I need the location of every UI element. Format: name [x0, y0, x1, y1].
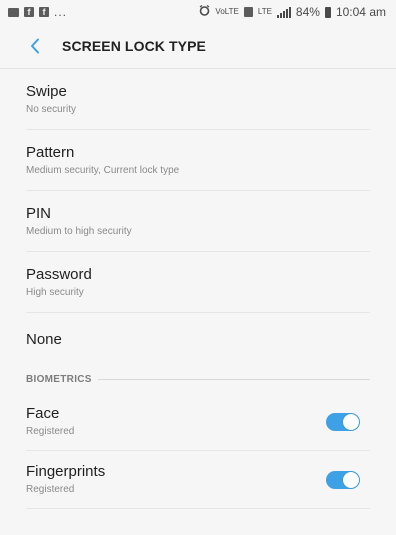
item-title: PIN — [26, 204, 52, 222]
section-label: BIOMETRICS — [26, 373, 92, 385]
item-title: Pattern — [26, 143, 75, 161]
item-title: Fingerprints — [26, 463, 106, 480]
alarm-icon — [199, 4, 210, 19]
item-subtitle: Registered — [26, 426, 75, 437]
more-notifications-indicator: ... — [54, 5, 68, 19]
lock-type-pattern[interactable]: Pattern Medium security, Current lock ty… — [26, 130, 370, 191]
lock-type-swipe[interactable]: Swipe No security — [26, 69, 370, 130]
biometric-fingerprints[interactable]: Fingerprints Registered — [26, 451, 370, 509]
data-saver-icon — [243, 7, 253, 17]
lock-type-pin[interactable]: PIN Medium to high security — [26, 191, 370, 252]
toggle-knob — [343, 413, 359, 430]
biometric-face[interactable]: Face Registered — [26, 393, 370, 451]
volte-indicator: VoLTE — [215, 7, 239, 16]
status-bar: f f ... VoLTE LTE 84% 10:04 am — [0, 0, 396, 24]
item-subtitle: Registered — [26, 484, 75, 495]
chevron-left-icon[interactable] — [22, 33, 48, 59]
page-title: SCREEN LOCK TYPE — [62, 38, 206, 54]
fingerprints-toggle-switch[interactable] — [326, 470, 360, 489]
status-bar-right: VoLTE LTE 84% 10:04 am — [199, 4, 386, 19]
item-title: None — [26, 330, 62, 348]
lte-indicator: LTE — [257, 7, 272, 16]
face-toggle-switch[interactable] — [326, 412, 360, 431]
lock-type-password[interactable]: Password High security — [26, 252, 370, 313]
item-subtitle: Medium security, Current lock type — [26, 164, 180, 176]
facebook-notification-icon: f — [24, 7, 34, 17]
gallery-notification-icon — [8, 7, 19, 17]
item-subtitle: High security — [26, 286, 84, 298]
biometrics-list: Face Registered Fingerprints Registered — [0, 393, 396, 509]
clock-time: 10:04 am — [335, 5, 386, 19]
item-title: Face — [26, 405, 60, 422]
toggle-knob — [343, 471, 359, 488]
lock-type-none[interactable]: None — [26, 313, 370, 365]
battery-icon — [324, 6, 331, 18]
facebook-notification-icon: f — [39, 7, 49, 17]
biometrics-section-header: BIOMETRICS — [0, 365, 396, 393]
lock-type-list: Swipe No security Pattern Medium securit… — [0, 69, 396, 365]
item-title: Swipe — [26, 82, 67, 100]
item-subtitle: Medium to high security — [26, 225, 132, 237]
item-title: Password — [26, 265, 92, 283]
item-subtitle: No security — [26, 103, 77, 115]
status-bar-left: f f ... — [8, 5, 67, 19]
section-divider — [97, 378, 370, 380]
app-bar: SCREEN LOCK TYPE — [0, 24, 396, 69]
signal-strength-icon — [276, 6, 291, 18]
battery-percent: 84% — [295, 5, 320, 19]
